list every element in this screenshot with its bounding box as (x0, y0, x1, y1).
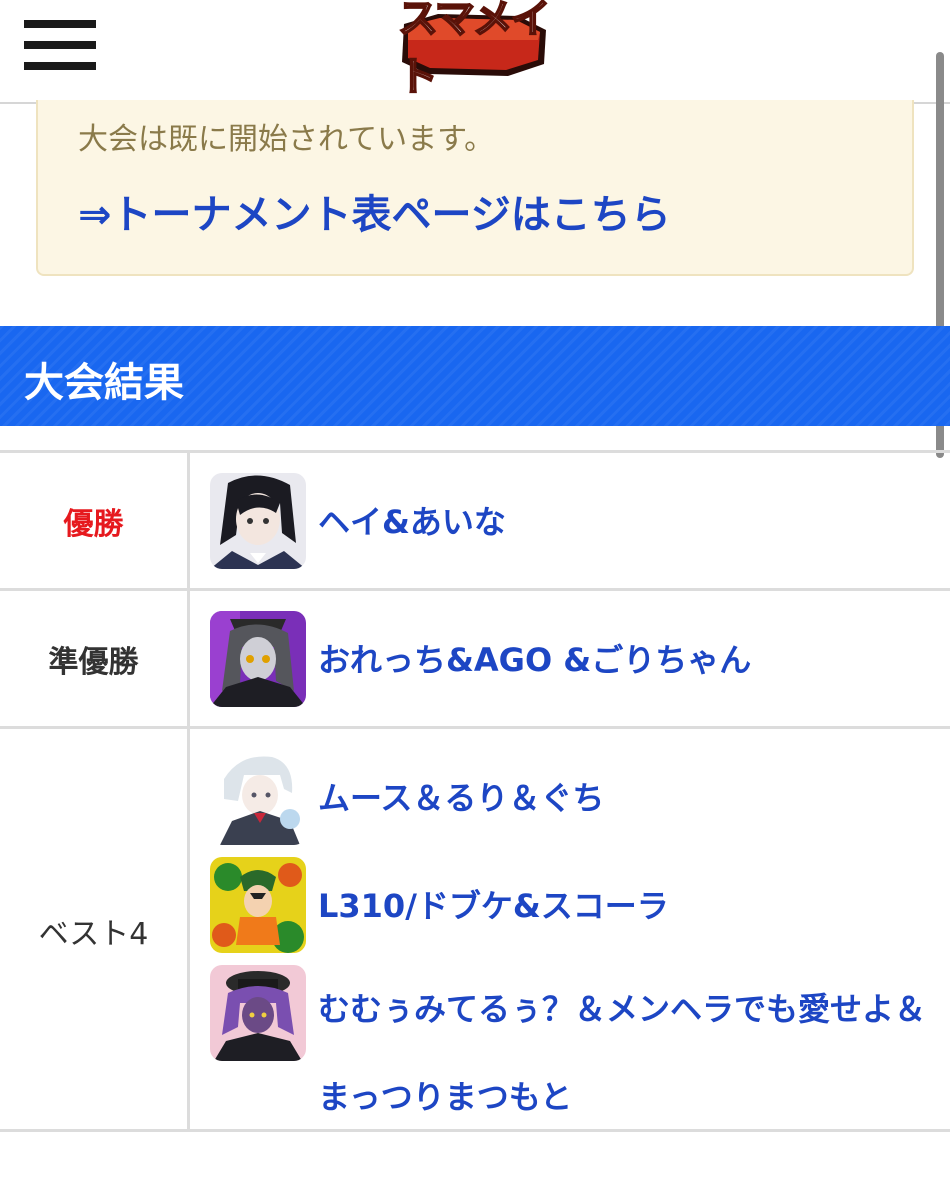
team-name: L310/ドブケ&スコーラ (318, 887, 669, 925)
results-table: 優勝 ヘイ&あいな 準優勝 おれっち&AGO &ごりちゃん ベスト4 ムース＆る… (0, 450, 950, 1132)
section-title: 大会結果 (24, 360, 184, 406)
logo-text: スマメイト (397, 0, 552, 101)
team-name: ムース＆るり＆ぐち (318, 779, 605, 817)
team-avatar (210, 965, 306, 1061)
tournament-bracket-link[interactable]: ⇒トーナメント表ページはこちら (78, 182, 671, 240)
table-row: 準優勝 おれっち&AGO &ごりちゃん (0, 591, 950, 729)
team-avatar (210, 749, 306, 845)
team-avatar (210, 857, 306, 953)
team-name: むむぅみてるぅ？＆メンヘラでも愛せよ＆まっつりまつもと (318, 990, 927, 1116)
hamburger-menu-icon[interactable] (24, 20, 96, 70)
rank-label: 準優勝 (0, 591, 190, 726)
notice-text: 大会は既に開始されています。 (78, 122, 495, 157)
table-row: ベスト4 ムース＆るり＆ぐち L310/ドブケ&スコーラ むむぅみてるぅ？＆メン… (0, 729, 950, 1132)
rank-label: 優勝 (0, 453, 190, 588)
site-header: スマメイト (0, 0, 950, 104)
notice-box: 大会は既に開始されています。 ⇒トーナメント表ページはこちら (36, 100, 914, 276)
rank-label: ベスト4 (0, 729, 190, 1132)
team-name: ヘイ&あいな (318, 503, 506, 541)
team-avatar (210, 473, 306, 569)
team-name: おれっち&AGO &ごりちゃん (318, 641, 752, 679)
section-header: 大会結果 (0, 326, 950, 426)
team-avatar (210, 611, 306, 707)
table-row: 優勝 ヘイ&あいな (0, 453, 950, 591)
site-logo[interactable]: スマメイト (397, 0, 552, 101)
